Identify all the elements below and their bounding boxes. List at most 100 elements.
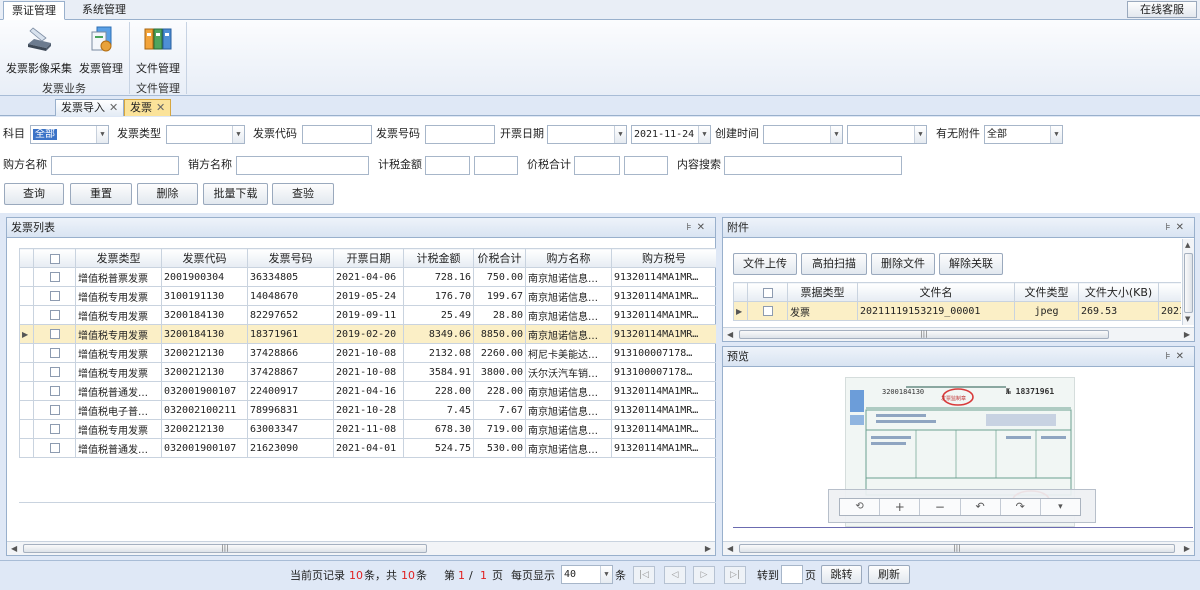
unlink-button[interactable]: 解除关联	[939, 253, 1003, 275]
zoom-in-icon[interactable]: +	[880, 499, 921, 515]
invoice-management-button[interactable]: 发票管理	[77, 24, 125, 76]
row-checkbox-cell[interactable]	[33, 305, 76, 325]
row-checkbox-cell[interactable]	[33, 400, 76, 420]
row-checkbox-cell[interactable]	[747, 301, 788, 321]
delete-file-button[interactable]: 删除文件	[871, 253, 935, 275]
chevron-down-icon[interactable]: ▼	[830, 126, 842, 143]
invoice-code-input[interactable]	[302, 125, 372, 144]
first-page-button[interactable]: |◁	[633, 566, 655, 584]
scroll-thumb[interactable]: |||	[739, 544, 1175, 553]
batch-download-button[interactable]: 批量下载	[203, 183, 268, 205]
buyer-input[interactable]	[51, 156, 179, 175]
row-checkbox[interactable]	[49, 271, 60, 282]
scroll-down-icon[interactable]: ▼	[1185, 315, 1190, 323]
scroll-thumb[interactable]	[1184, 253, 1193, 313]
scroll-right-icon[interactable]: ▶	[705, 542, 711, 555]
more-options-icon[interactable]: ▾	[1041, 499, 1080, 515]
rotate-left-icon[interactable]: ↶	[961, 499, 1001, 515]
file-management-button[interactable]: 文件管理	[133, 24, 183, 76]
table-row[interactable]: ▶ 发票 20211119153219_00001 jpeg 269.53 20…	[733, 301, 1181, 321]
per-page-select[interactable]: 40 ▼	[561, 565, 613, 584]
reset-button[interactable]: 重置	[70, 183, 132, 205]
close-icon[interactable]: ✕	[109, 101, 118, 114]
menu-tab-voucher[interactable]: 票证管理	[3, 1, 65, 20]
vertical-scrollbar[interactable]: ▲ ▼	[1182, 239, 1194, 325]
row-checkbox-cell[interactable]	[33, 343, 76, 363]
pin-icon[interactable]: ⊧	[1165, 222, 1175, 233]
menu-tab-system[interactable]: 系统管理	[74, 1, 134, 20]
doc-tab-invoice[interactable]: 发票 ✕	[124, 99, 172, 116]
scroll-right-icon[interactable]: ▶	[1184, 328, 1190, 341]
row-checkbox-cell[interactable]	[33, 419, 76, 439]
row-checkbox[interactable]	[49, 442, 60, 453]
doc-tab-invoice-import[interactable]: 发票导入 ✕	[55, 99, 125, 116]
content-search-input[interactable]	[724, 156, 902, 175]
issue-date-from[interactable]: ▼	[547, 125, 627, 144]
row-checkbox[interactable]	[49, 385, 60, 396]
column-header[interactable]: 购方名称	[525, 248, 612, 268]
row-checkbox[interactable]	[49, 290, 60, 301]
row-checkbox[interactable]	[49, 328, 60, 339]
invoice-no-input[interactable]	[425, 125, 495, 144]
horizontal-scrollbar[interactable]: ◀ ||| ▶	[723, 327, 1194, 341]
tax-amount-min[interactable]	[425, 156, 470, 175]
table-row[interactable]: 增值税专用发票 3200184130 82297652 2019-09-11 25.49…	[19, 305, 716, 325]
chevron-down-icon[interactable]: ▼	[914, 126, 926, 143]
select-all-checkbox[interactable]	[762, 287, 773, 298]
online-service-button[interactable]: 在线客服	[1127, 1, 1197, 18]
file-upload-button[interactable]: 文件上传	[733, 253, 797, 275]
horizontal-scrollbar[interactable]: ◀ ||| ▶	[7, 541, 715, 555]
zoom-out-icon[interactable]: −	[920, 499, 961, 515]
close-icon[interactable]: ✕	[156, 101, 165, 114]
select-all-cell[interactable]	[747, 282, 788, 302]
chevron-down-icon[interactable]: ▼	[600, 566, 612, 583]
select-all-checkbox[interactable]	[49, 253, 60, 264]
table-row[interactable]: 增值税电子普… 032002100211 78996831 2021-10-28 7.4…	[19, 400, 716, 420]
pin-icon[interactable]: ⊧	[1165, 351, 1175, 362]
subject-select[interactable]: 全部 ▼	[30, 125, 109, 144]
column-header[interactable]: 购方税号	[611, 248, 716, 268]
verify-button[interactable]: 查验	[272, 183, 334, 205]
total-min[interactable]	[574, 156, 620, 175]
row-checkbox[interactable]	[49, 347, 60, 358]
total-max[interactable]	[624, 156, 668, 175]
tax-amount-max[interactable]	[474, 156, 518, 175]
prev-page-button[interactable]: ◁	[664, 566, 686, 584]
row-checkbox-cell[interactable]	[33, 324, 76, 344]
table-row[interactable]: 增值税专用发票 3200212130 63003347 2021-11-08 678.3…	[19, 419, 716, 439]
close-icon[interactable]: ✕	[1176, 222, 1189, 233]
row-checkbox-cell[interactable]	[33, 362, 76, 382]
column-header[interactable]: 发票类型	[75, 248, 162, 268]
row-checkbox-cell[interactable]	[33, 286, 76, 306]
create-time-from[interactable]: ▼	[763, 125, 843, 144]
chevron-down-icon[interactable]: ▼	[698, 126, 710, 143]
high-shot-scan-button[interactable]: 高拍扫描	[801, 253, 867, 275]
column-header[interactable]: 价税合计	[473, 248, 526, 268]
chevron-down-icon[interactable]: ▼	[614, 126, 626, 143]
scroll-up-icon[interactable]: ▲	[1185, 241, 1190, 249]
table-row[interactable]: 增值税普通发… 032001900107 22400917 2021-04-16 228…	[19, 381, 716, 401]
close-icon[interactable]: ✕	[697, 222, 710, 233]
column-header[interactable]: 发票号码	[247, 248, 334, 268]
row-checkbox[interactable]	[762, 305, 773, 316]
next-page-button[interactable]: ▷	[693, 566, 715, 584]
column-header[interactable]: 文件大小(KB)	[1078, 282, 1159, 302]
column-header[interactable]: 开票日期	[333, 248, 404, 268]
table-row[interactable]: 增值税普通发… 032001900107 21623090 2021-04-01 524…	[19, 438, 716, 458]
column-header[interactable]: 文件类型	[1014, 282, 1079, 302]
table-row[interactable]: ▶ 增值税专用发票 3200184130 18371961 2019-02-20 8349…	[19, 324, 716, 344]
column-header[interactable]: 发票代码	[161, 248, 248, 268]
column-header[interactable]: 票据类型	[787, 282, 858, 302]
seller-input[interactable]	[236, 156, 369, 175]
row-checkbox[interactable]	[49, 366, 60, 377]
row-checkbox-cell[interactable]	[33, 438, 76, 458]
rotate-right-icon[interactable]: ↷	[1001, 499, 1041, 515]
scroll-left-icon[interactable]: ◀	[11, 542, 17, 555]
table-row[interactable]: 增值税专用发票 3200212130 37428866 2021-10-08 2132.…	[19, 343, 716, 363]
pin-icon[interactable]: ⊧	[686, 222, 696, 233]
horizontal-scrollbar[interactable]: ◀ ||| ▶	[723, 541, 1194, 555]
row-checkbox-cell[interactable]	[33, 267, 76, 287]
reset-view-icon[interactable]: ⟲	[840, 499, 881, 515]
attachment-select[interactable]: 全部 ▼	[984, 125, 1063, 144]
table-row[interactable]: 增值税专用发票 3200212130 37428867 2021-10-08 3584.…	[19, 362, 716, 382]
